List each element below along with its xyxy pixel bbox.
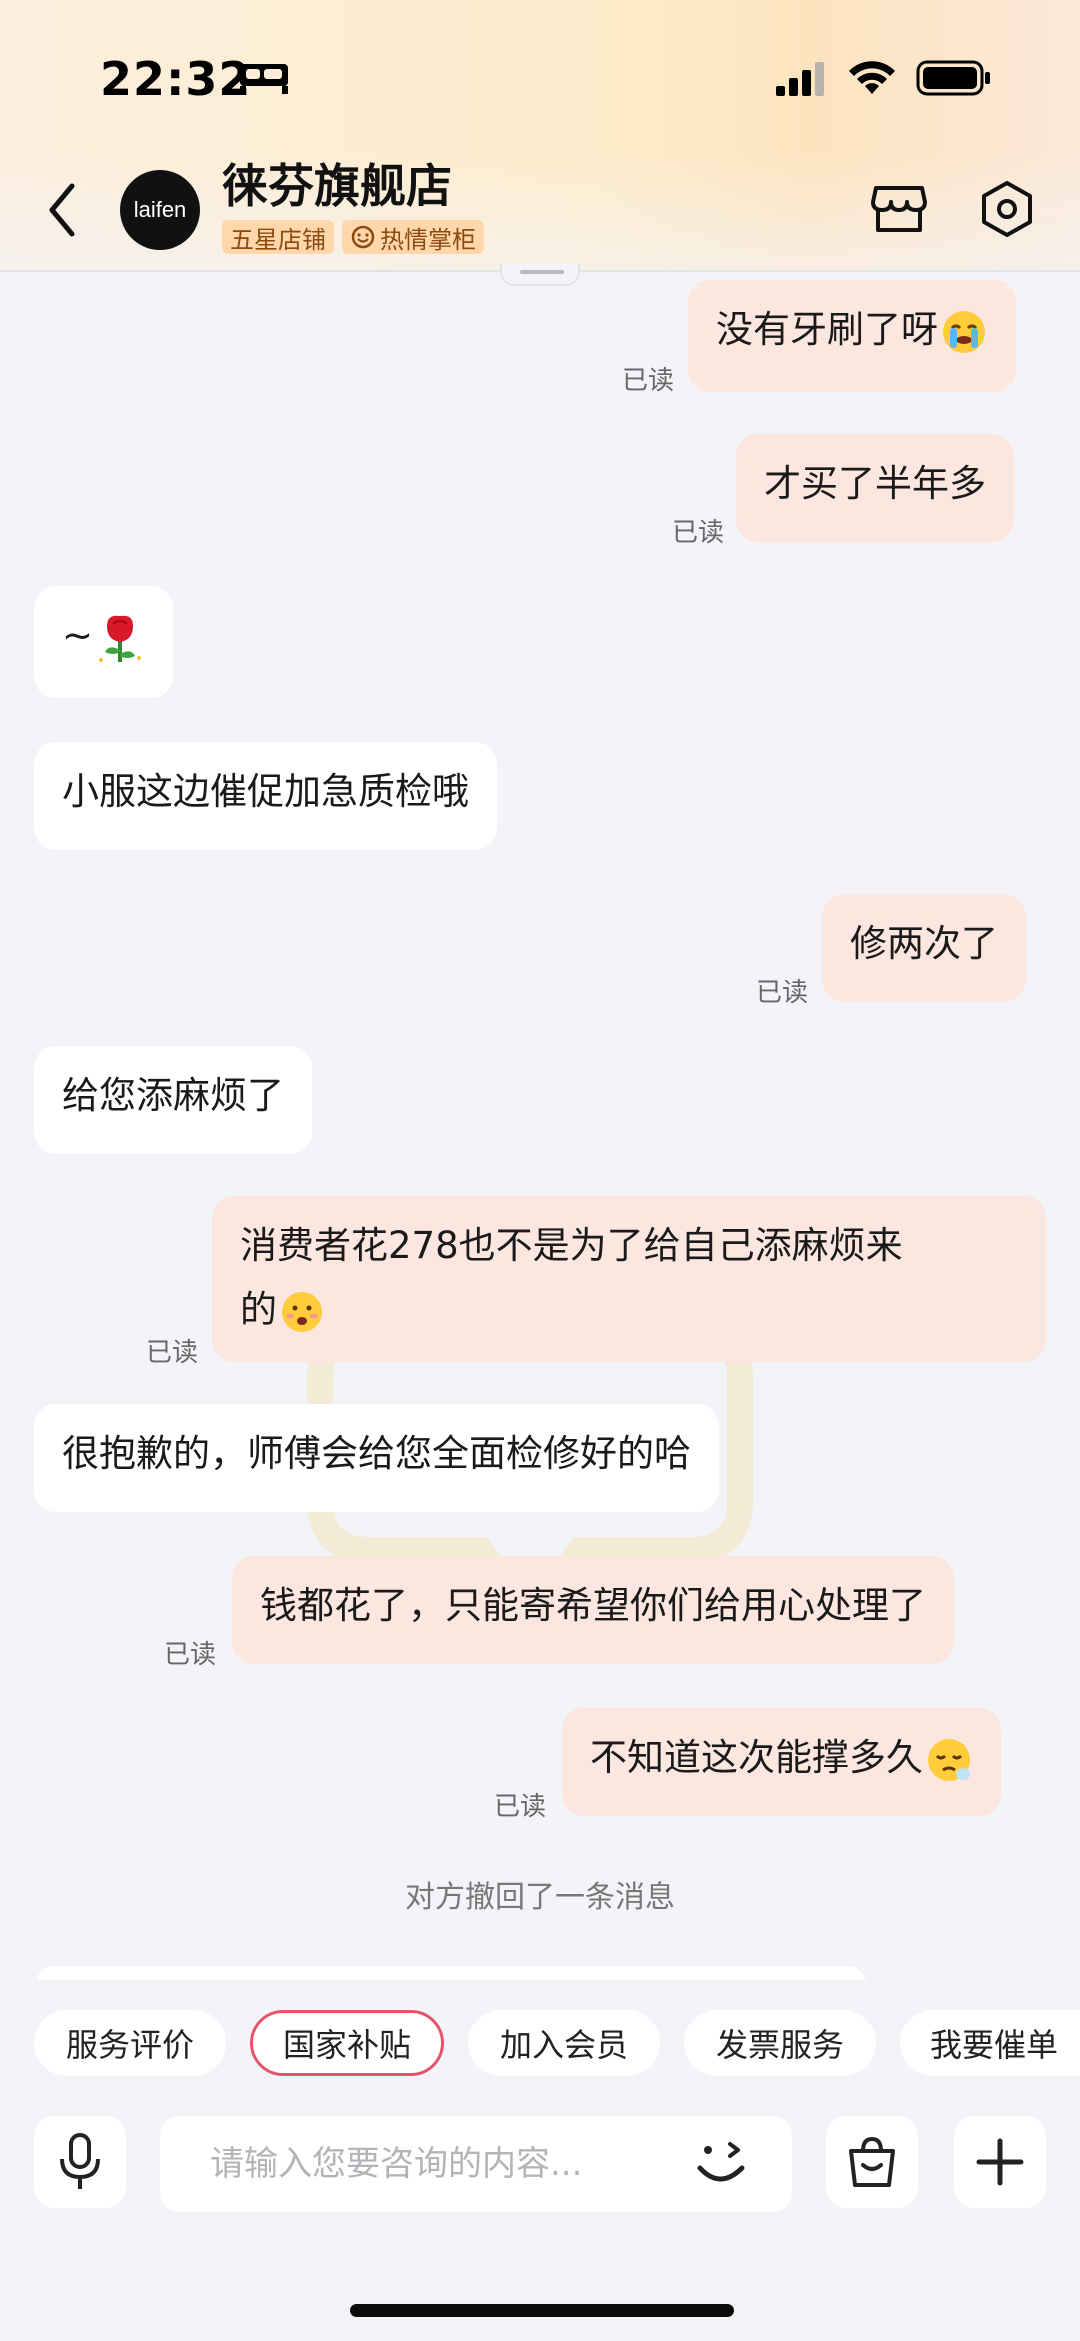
plus-icon [976,2138,1024,2186]
message-text: 小服这边催促加急质检哦 [62,770,469,813]
message-text: 很抱歉的，师傅会给您全面检修好的哈 [62,1432,691,1475]
read-receipt: 已读 [164,1640,217,1670]
wifi-icon [849,61,895,94]
pull-down-handle[interactable] [500,264,580,286]
shopping-bag-button[interactable] [826,2116,918,2208]
crying-emoji-icon [943,310,985,353]
shopping-bag-icon [849,2136,895,2187]
store-name[interactable]: 徕芬旗舰店 [222,150,452,216]
message-text: 钱都花了，只能寄希望你们给用心处理了 [260,1584,926,1627]
sleep-mode-icon [240,64,288,94]
message-text-line2: 的 [240,1288,277,1331]
five-star-store-badge: 五星店铺 [222,220,334,254]
home-indicator[interactable] [350,2304,734,2317]
input-row [0,2116,1080,2216]
smile-face-icon [351,225,375,249]
voice-input-button[interactable] [34,2116,126,2208]
message-bubble-outgoing[interactable]: 钱都花了，只能寄希望你们给用心处理了 [232,1556,954,1664]
chip-service-rating[interactable]: 服务评价 [34,2010,226,2076]
warm-shopkeeper-badge: 热情掌柜 [342,220,484,254]
back-arrow-icon[interactable] [44,180,80,240]
message-bubble-incoming[interactable]: 小服这边催促加急质检哦 [34,742,497,850]
message-text: 没有牙刷了呀 [716,308,938,351]
message-bubble-outgoing[interactable]: 才买了半年多 [736,434,1014,542]
chip-urge-order[interactable]: 我要催单 [900,2010,1080,2076]
status-bar: 22:32 [0,0,1080,150]
message-text: 不知道这次能撑多久 [590,1736,923,1779]
chip-label: 发票服务 [715,2026,844,2064]
store-icon[interactable] [870,180,928,236]
message-text: ~ [62,614,94,657]
rose-emoji-icon [99,615,142,662]
message-bubble-outgoing[interactable]: 修两次了 [822,894,1026,1002]
emoji-picker-icon[interactable] [690,2132,754,2196]
cellular-signal-icon [776,62,824,96]
quick-actions-bar: 服务评价 国家补贴 加入会员 发票服务 我要催单 [0,2010,1080,2080]
message-bubble-incoming[interactable]: 给您添麻烦了 [34,1046,312,1154]
badge-label: 五星店铺 [230,225,326,254]
store-avatar[interactable]: laifen [120,170,200,250]
message-text: 才买了半年多 [764,462,986,505]
chip-label: 服务评价 [65,2026,194,2064]
read-receipt: 已读 [756,978,809,1008]
message-text: 给您添麻烦了 [62,1074,284,1117]
message-bubble-outgoing[interactable]: 消费者花278也不是为了给自己添麻烦来 的 [212,1196,1046,1362]
sleepy-emoji-icon [928,1738,970,1781]
chip-invoice-service[interactable]: 发票服务 [684,2010,876,2076]
read-receipt: 已读 [622,366,675,396]
chip-join-membership[interactable]: 加入会员 [468,2010,660,2076]
recall-notice: 对方撤回了一条消息 [405,1880,675,1915]
message-bubble-outgoing[interactable]: 没有牙刷了呀 [688,280,1016,392]
battery-icon [916,60,990,96]
chat-header: laifen 徕芬旗舰店 五星店铺 热情掌柜 [0,140,1080,270]
message-bubble-incoming[interactable]: 很抱歉的，师傅会给您全面检修好的哈 [34,1404,719,1512]
status-time: 22:32 [100,52,252,106]
chip-label: 我要催单 [930,2026,1059,2064]
message-text: 消费者花278也不是为了给自己添麻烦来 [240,1224,903,1267]
settings-icon[interactable] [978,180,1036,238]
badge-label: 热情掌柜 [380,225,476,254]
avatar-logo-text: laifen [133,197,187,222]
chip-label: 加入会员 [499,2026,628,2064]
sad-emoji-icon [282,1291,322,1332]
microphone-icon [60,2133,100,2189]
read-receipt: 已读 [146,1338,199,1368]
chip-national-subsidy[interactable]: 国家补贴 [250,2010,444,2076]
chip-label: 国家补贴 [282,2026,411,2064]
read-receipt: 已读 [494,1792,547,1822]
more-options-button[interactable] [954,2116,1046,2208]
message-bubble-outgoing[interactable]: 不知道这次能撑多久 [562,1708,1001,1816]
message-bubble-incoming[interactable]: ~ [34,586,174,698]
message-text: 修两次了 [850,922,998,965]
read-receipt: 已读 [672,518,725,548]
